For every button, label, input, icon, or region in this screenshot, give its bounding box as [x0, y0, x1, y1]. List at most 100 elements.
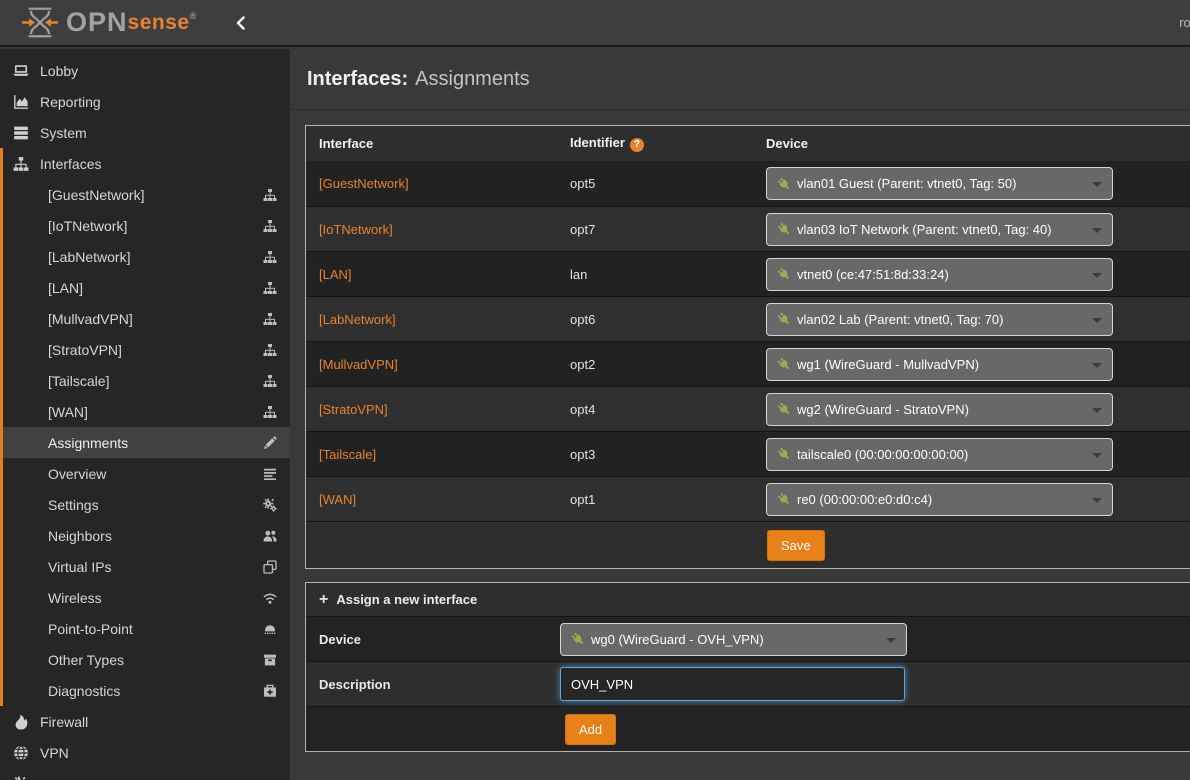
device-select[interactable]: re0 (00:00:00:e0:d0:c4) — [766, 483, 1113, 516]
sidebar-item-label: [LabNetwork] — [48, 249, 130, 265]
identifier-value: opt6 — [570, 312, 766, 327]
interface-link[interactable]: [MullvadVPN] — [319, 357, 398, 372]
sitemap-icon — [263, 188, 277, 202]
area-chart-icon — [13, 94, 29, 110]
sidebar-item-mullvadvpn[interactable]: [MullvadVPN] — [0, 303, 290, 334]
sidebar-item-point-to-point[interactable]: Point-to-Point — [0, 613, 290, 644]
plug-icon — [777, 447, 791, 461]
sidebar-item-neighbors[interactable]: Neighbors — [0, 520, 290, 551]
plug-icon — [777, 267, 791, 281]
device-select-value: vlan01 Guest (Parent: vtnet0, Tag: 50) — [797, 176, 1016, 191]
sidebar-item-label: Diagnostics — [48, 683, 120, 699]
sidebar-item-settings[interactable]: Settings — [0, 489, 290, 520]
sidebar-item-firewall[interactable]: Firewall — [0, 706, 290, 737]
caret-down-icon — [1092, 453, 1102, 458]
save-button[interactable]: Save — [767, 530, 825, 561]
table-row: [LAN] lan vtnet0 (ce:47:51:8d:33:24) — [306, 251, 1190, 296]
interface-link[interactable]: [WAN] — [319, 492, 356, 507]
archive-icon — [263, 653, 277, 667]
table-header-row: Interface Identifier? Device — [306, 126, 1190, 161]
sidebar-item-labnetwork[interactable]: [LabNetwork] — [0, 241, 290, 272]
sidebar-item-vpn[interactable]: VPN — [0, 737, 290, 768]
device-select[interactable]: vlan03 IoT Network (Parent: vtnet0, Tag:… — [766, 213, 1113, 246]
sidebar-item-tailscale[interactable]: [Tailscale] — [0, 365, 290, 396]
add-row: Add — [306, 706, 1190, 751]
device-select[interactable]: vtnet0 (ce:47:51:8d:33:24) — [766, 258, 1113, 291]
device-select-value: re0 (00:00:00:e0:d0:c4) — [797, 492, 932, 507]
sidebar-item-stratovpn[interactable]: [StratoVPN] — [0, 334, 290, 365]
sidebar-item-reporting[interactable]: Reporting — [0, 86, 290, 117]
sidebar-item-interfaces[interactable]: Interfaces — [0, 148, 290, 179]
device-select[interactable]: wg1 (WireGuard - MullvadVPN) — [766, 348, 1113, 381]
sidebar-item-lan[interactable]: [LAN] — [0, 272, 290, 303]
device-select[interactable]: tailscale0 (00:00:00:00:00:00) — [766, 438, 1113, 471]
page-title-suffix: Assignments — [415, 68, 530, 91]
sidebar-item-lobby[interactable]: Lobby — [0, 55, 290, 86]
interface-link[interactable]: [GuestNetwork] — [319, 176, 409, 191]
interface-link[interactable]: [IoTNetwork] — [319, 222, 393, 237]
caret-down-icon — [1092, 228, 1102, 233]
sidebar-item-label: Neighbors — [48, 528, 112, 544]
col-header-interface: Interface — [306, 136, 570, 151]
sitemap-icon — [13, 156, 29, 172]
globe-icon — [13, 745, 29, 761]
pencil-icon — [263, 436, 277, 450]
device-select-value: vlan02 Lab (Parent: vtnet0, Tag: 70) — [797, 312, 1003, 327]
device-select[interactable]: wg2 (WireGuard - StratoVPN) — [766, 393, 1113, 426]
help-icon[interactable]: ? — [630, 138, 644, 152]
plus-icon[interactable]: + — [319, 591, 328, 609]
description-input[interactable] — [560, 667, 905, 701]
add-button[interactable]: Add — [565, 714, 616, 745]
device-field-row: Device wg0 (WireGuard - OVH_VPN) — [306, 616, 1190, 661]
caret-down-icon — [1092, 498, 1102, 503]
interface-link[interactable]: [StratoVPN] — [319, 402, 388, 417]
interface-link[interactable]: [Tailscale] — [319, 447, 376, 462]
sidebar-item-system[interactable]: System — [0, 117, 290, 148]
assign-panel-title: Assign a new interface — [336, 592, 477, 607]
caret-down-icon — [1092, 318, 1102, 323]
sitemap-icon — [263, 405, 277, 419]
sidebar-item-diagnostics[interactable]: Diagnostics — [0, 675, 290, 706]
sidebar-item-wan[interactable]: [WAN] — [0, 396, 290, 427]
sidebar-item-guestnetwork[interactable]: [GuestNetwork] — [0, 179, 290, 210]
plug-icon — [777, 492, 791, 506]
sidebar-item-partial[interactable] — [0, 768, 290, 780]
plug-icon — [777, 357, 791, 371]
sidebar-item-iotnetwork[interactable]: [IoTNetwork] — [0, 210, 290, 241]
interface-link[interactable]: [LabNetwork] — [319, 312, 396, 327]
sitemap-icon — [263, 281, 277, 295]
identifier-value: opt2 — [570, 357, 766, 372]
new-device-select[interactable]: wg0 (WireGuard - OVH_VPN) — [560, 623, 907, 656]
device-select-value: wg1 (WireGuard - MullvadVPN) — [797, 357, 979, 372]
sidebar-item-label: Assignments — [48, 435, 128, 451]
new-device-select-value: wg0 (WireGuard - OVH_VPN) — [591, 632, 764, 647]
sidebar-item-label: [LAN] — [48, 280, 83, 296]
sidebar-item-virtual-ips[interactable]: Virtual IPs — [0, 551, 290, 582]
sidebar-item-label: Settings — [48, 497, 99, 513]
modem-icon — [263, 622, 277, 636]
table-row: [MullvadVPN] opt2 wg1 (WireGuard - Mullv… — [306, 341, 1190, 386]
user-menu[interactable]: roo — [1179, 15, 1190, 30]
sidebar-item-label: Lobby — [40, 63, 78, 79]
sidebar-item-overview[interactable]: Overview — [0, 458, 290, 489]
sidebar-item-label: [WAN] — [48, 404, 88, 420]
top-bar: OPNsense® roo — [0, 0, 1190, 47]
plug-icon — [777, 402, 791, 416]
opnsense-logo[interactable]: OPNsense® — [20, 6, 196, 39]
sidebar-item-other-types[interactable]: Other Types — [0, 644, 290, 675]
interface-link[interactable]: [LAN] — [319, 267, 352, 282]
caret-down-icon — [1092, 363, 1102, 368]
device-select[interactable]: vlan01 Guest (Parent: vtnet0, Tag: 50) — [766, 167, 1113, 200]
page-title: Interfaces: Assignments — [290, 49, 1190, 110]
sidebar-item-assignments[interactable]: Assignments — [0, 427, 290, 458]
sidebar-item-label: System — [40, 125, 87, 141]
sidebar-item-label: [GuestNetwork] — [48, 187, 144, 203]
sidebar-collapse-button[interactable] — [234, 16, 248, 30]
save-row: Save — [306, 521, 1190, 568]
sidebar-item-wireless[interactable]: Wireless — [0, 582, 290, 613]
device-select[interactable]: vlan02 Lab (Parent: vtnet0, Tag: 70) — [766, 303, 1113, 336]
list-icon — [263, 467, 277, 481]
caret-down-icon — [1092, 273, 1102, 278]
col-header-device: Device — [766, 136, 1190, 151]
identifier-value: opt5 — [570, 176, 766, 191]
